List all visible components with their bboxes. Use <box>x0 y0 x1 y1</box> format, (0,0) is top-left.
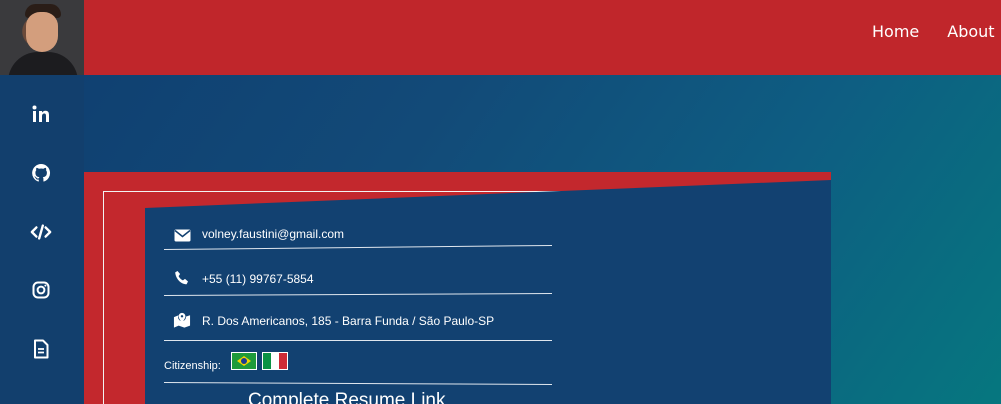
address-text: R. Dos Americanos, 185 - Barra Funda / S… <box>202 314 495 328</box>
avatar <box>0 0 84 75</box>
phone-icon <box>173 269 191 287</box>
document-icon[interactable] <box>30 338 52 360</box>
main-nav: Home About <box>872 21 995 43</box>
map-marker-icon <box>173 311 191 329</box>
brazil-flag-icon <box>231 352 257 370</box>
resume-link[interactable]: Complete Resume Link <box>248 389 445 404</box>
avatar-shirt <box>8 52 78 75</box>
envelope-icon <box>173 226 191 244</box>
top-navbar: Home About <box>0 0 1001 75</box>
social-sidebar <box>0 75 84 404</box>
divider <box>164 340 552 341</box>
citizenship-label: Citizenship: <box>164 360 221 372</box>
email-link[interactable]: volney.faustini@gmail.com <box>202 226 344 242</box>
contact-panel <box>145 180 831 404</box>
phone-link[interactable]: +55 (11) 99767-5854 <box>202 271 314 287</box>
nav-link-about[interactable]: About <box>947 21 994 43</box>
github-icon[interactable] <box>30 162 52 184</box>
nav-link-home[interactable]: Home <box>872 21 919 43</box>
avatar-face <box>26 12 58 52</box>
italy-flag-icon <box>262 352 288 370</box>
linkedin-icon[interactable] <box>30 103 52 125</box>
code-icon[interactable] <box>30 221 52 243</box>
instagram-icon[interactable] <box>30 279 52 301</box>
